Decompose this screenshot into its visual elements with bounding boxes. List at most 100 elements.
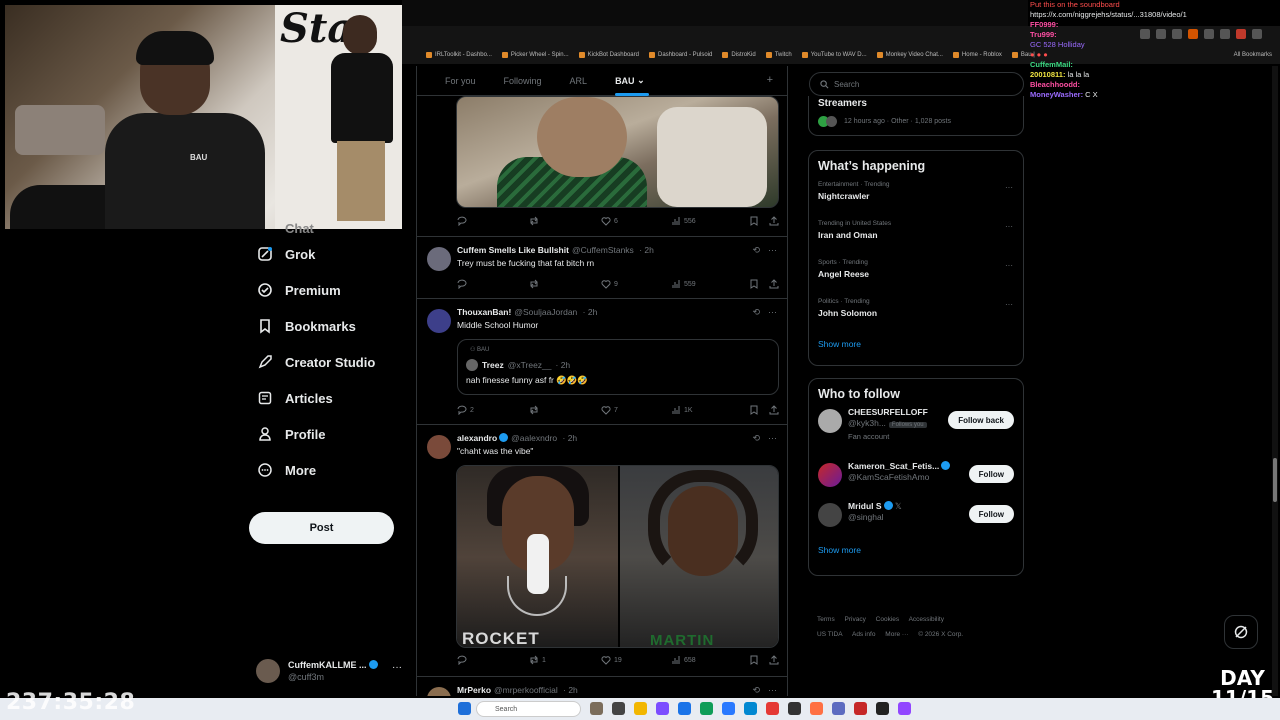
tweet-media-image[interactable]: MARTIN: [617, 466, 778, 647]
bookmark-item[interactable]: Picker Wheel - Spin...: [501, 52, 569, 58]
app-icon[interactable]: [656, 702, 669, 715]
show-more-link[interactable]: Show more: [809, 539, 1023, 565]
app-icon[interactable]: [678, 702, 691, 715]
views-button[interactable]: 658: [671, 655, 749, 665]
tweet-handle[interactable]: @aalexndro: [511, 433, 557, 443]
app-icon[interactable]: [788, 702, 801, 715]
tweet-display-name[interactable]: MrPerko: [457, 685, 491, 695]
obs-icon[interactable]: [876, 702, 889, 715]
tweet-handle[interactable]: @SouljaaJordan: [514, 307, 577, 317]
search-input[interactable]: Search: [809, 72, 1024, 96]
bookmark-button[interactable]: [749, 655, 769, 665]
reply-button[interactable]: 2: [457, 405, 529, 415]
windows-start-icon[interactable]: [458, 702, 471, 715]
tweet[interactable]: Cuffem Smells Like Bullshit @CuffemStanks…: [417, 236, 787, 298]
scrollbar-thumb[interactable]: [1273, 458, 1277, 502]
tweet[interactable]: alexandro @aalexndro · 2h ⟲ ··· "chaht was…: [417, 424, 787, 674]
tab-for-you[interactable]: For you: [417, 66, 476, 96]
footer-link[interactable]: More ···: [885, 631, 908, 638]
nav-item-more[interactable]: More: [250, 452, 410, 488]
bookmark-item[interactable]: IRLToolkit - Dashbo...: [426, 52, 492, 58]
more-dots-icon[interactable]: ···: [392, 662, 402, 673]
bookmark-item[interactable]: YouTube to WAV D...: [801, 52, 867, 58]
views-button[interactable]: 556: [671, 216, 749, 226]
show-more-link[interactable]: Show more: [809, 333, 1023, 359]
more-dots-icon[interactable]: ···: [768, 245, 777, 256]
chrome-icon[interactable]: [810, 702, 823, 715]
reply-button[interactable]: [457, 279, 529, 289]
tweet-handle[interactable]: @CuffemStanks: [572, 245, 634, 255]
reply-button[interactable]: [457, 216, 529, 226]
app-icon[interactable]: [700, 702, 713, 715]
follow-suggestion[interactable]: CHEESURFELLOFF @kyk3h... Follows you Fan …: [809, 405, 1023, 459]
trend-item[interactable]: Sports · Trending Angel Reese ···: [809, 255, 1023, 294]
app-icon[interactable]: [854, 702, 867, 715]
more-dots-icon[interactable]: ···: [1005, 183, 1013, 192]
bookmark-item[interactable]: Monkey Video Chat...: [876, 52, 943, 58]
like-button[interactable]: 7: [601, 405, 671, 415]
taskbar-search[interactable]: Search: [476, 701, 581, 717]
more-dots-icon[interactable]: ···: [768, 433, 777, 444]
follow-suggestion[interactable]: Mridul S 𝕏 @singhal Follow: [809, 499, 1023, 539]
quoted-tweet[interactable]: ⚇ BAU Treez @xTreez__ · 2h nah finesse f…: [457, 339, 779, 395]
repost-button[interactable]: [529, 405, 601, 415]
views-button[interactable]: 559: [671, 279, 749, 289]
post-button[interactable]: Post: [249, 512, 394, 544]
more-dots-icon[interactable]: ···: [768, 307, 777, 318]
nav-item-articles[interactable]: Articles: [250, 380, 410, 416]
nav-item-premium[interactable]: Premium: [250, 272, 410, 308]
footer-link[interactable]: Privacy: [845, 616, 866, 623]
grok-icon[interactable]: ⟲: [752, 685, 760, 696]
nav-item-chat[interactable]: Chat: [250, 222, 410, 236]
views-button[interactable]: 1K: [671, 405, 749, 415]
tweet-media-image[interactable]: [456, 96, 779, 208]
follow-button[interactable]: Follow: [968, 465, 1014, 483]
file-explorer-icon[interactable]: [634, 702, 647, 715]
more-dots-icon[interactable]: ···: [1005, 261, 1013, 270]
page-scrollbar[interactable]: [1272, 66, 1278, 696]
trend-item[interactable]: Entertainment · Trending Nightcrawler ··…: [809, 177, 1023, 216]
reply-button[interactable]: [457, 655, 529, 665]
tab-bau[interactable]: BAU ⌄: [587, 66, 649, 96]
nav-item-bookmarks[interactable]: Bookmarks: [250, 308, 410, 344]
tweet-media-image[interactable]: ROCKET: [457, 466, 618, 647]
footer-link[interactable]: Accessibility: [909, 616, 944, 623]
add-tab-icon[interactable]: +: [767, 74, 773, 86]
footer-link[interactable]: Terms: [817, 616, 835, 623]
share-button[interactable]: [769, 405, 779, 415]
tweet-media-gallery[interactable]: ROCKET MARTIN: [456, 465, 779, 648]
bookmark-button[interactable]: [749, 405, 769, 415]
repost-button[interactable]: [529, 216, 601, 226]
more-dots-icon[interactable]: ···: [1005, 222, 1013, 231]
app-icon[interactable]: [722, 702, 735, 715]
app-icon[interactable]: [744, 702, 757, 715]
like-button[interactable]: 19: [601, 655, 671, 665]
repost-button[interactable]: [529, 279, 601, 289]
nav-item-grok[interactable]: Grok: [250, 236, 410, 272]
footer-link[interactable]: Cookies: [876, 616, 899, 623]
nav-item-profile[interactable]: Profile: [250, 416, 410, 452]
bookmark-item[interactable]: Home - Roblox: [952, 52, 1002, 58]
tab-following[interactable]: Following: [476, 66, 542, 96]
footer-link[interactable]: Ads info: [852, 631, 876, 638]
tweet[interactable]: MrPerko @mrperkoofficial · 2h ⟲ ···: [417, 676, 787, 696]
tweet[interactable]: ThouxanBan! @SouljaaJordan · 2h ⟲ ··· Midd…: [417, 298, 787, 424]
app-icon[interactable]: [590, 702, 603, 715]
tweet-display-name[interactable]: alexandro: [457, 433, 497, 443]
bookmark-item[interactable]: Dashboard - Pulsoid: [648, 52, 712, 58]
footer-link[interactable]: US TIDA: [817, 631, 843, 638]
like-button[interactable]: 6: [601, 216, 671, 226]
like-button[interactable]: 9: [601, 279, 671, 289]
bookmark-item[interactable]: KickBot Dashboard: [578, 52, 639, 58]
share-button[interactable]: [769, 279, 779, 289]
discord-icon[interactable]: [832, 702, 845, 715]
share-button[interactable]: [769, 216, 779, 226]
tab-arl[interactable]: ARL: [542, 66, 588, 96]
more-dots-icon[interactable]: ···: [1005, 300, 1013, 309]
repost-button[interactable]: 1: [529, 655, 601, 665]
account-switcher[interactable]: CuffemKALLME ... @cuff3m ···: [256, 656, 406, 686]
bookmark-button[interactable]: [749, 279, 769, 289]
bookmark-item[interactable]: Twitch: [765, 52, 792, 58]
more-dots-icon[interactable]: ···: [768, 685, 777, 696]
app-icon[interactable]: [766, 702, 779, 715]
